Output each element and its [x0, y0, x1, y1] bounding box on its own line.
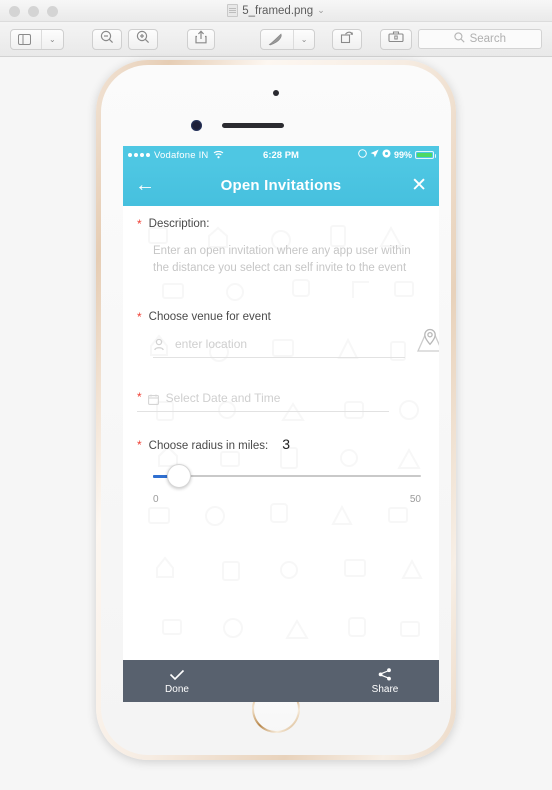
slider-track	[153, 475, 421, 477]
zoom-window-button[interactable]	[47, 6, 58, 17]
form-body: * Description: Enter an open invitation …	[123, 206, 439, 702]
done-button[interactable]: Done	[141, 668, 213, 695]
markup-chevron-down-icon[interactable]: ⌄	[292, 29, 315, 49]
proximity-sensor-icon	[191, 120, 202, 131]
location-arrow-icon	[370, 149, 379, 161]
status-bar: Vodafone IN 6:28 PM 99%	[123, 146, 439, 164]
share-button[interactable]	[186, 28, 215, 50]
carrier-label: Vodafone IN	[154, 149, 209, 161]
iphone-front-panel: Vodafone IN 6:28 PM 99% ← Open Invitatio…	[101, 65, 451, 755]
markup-pen-icon	[261, 30, 290, 49]
zoom-in-button[interactable]	[128, 28, 159, 50]
document-title[interactable]: 5_framed.png ⌄	[227, 4, 325, 17]
status-bar-right: 99%	[358, 149, 436, 161]
radius-label: Choose radius in miles:	[148, 440, 269, 452]
slider-min-label: 0	[153, 494, 159, 505]
slider-thumb[interactable]	[167, 464, 191, 488]
map-pin-icon	[153, 338, 165, 350]
toolkit-button[interactable]	[379, 28, 412, 50]
required-marker: *	[137, 310, 142, 324]
preview-toolbar: ⌄ ⌄ Search	[0, 22, 552, 57]
search-placeholder: Search	[469, 33, 506, 45]
rotation-lock-icon	[382, 149, 391, 161]
check-icon	[169, 668, 185, 682]
zoom-out-icon	[100, 30, 114, 49]
datetime-placeholder: Select Date and Time	[165, 390, 281, 405]
signal-strength-icon	[128, 153, 150, 157]
clock-label: 6:28 PM	[263, 149, 299, 161]
form-content: * Description: Enter an open invitation …	[123, 206, 439, 505]
venue-label: Choose venue for event	[148, 311, 271, 323]
share-button-phone[interactable]: Share	[349, 668, 421, 695]
moon-icon	[358, 149, 367, 161]
venue-section: * Choose venue for event enter location	[137, 311, 439, 358]
datetime-section: * Select Date and Time	[137, 384, 425, 412]
front-camera-icon	[273, 90, 279, 96]
radius-label-row: * Choose radius in miles: 3	[137, 436, 425, 452]
battery-icon	[415, 150, 436, 160]
search-input[interactable]: Search	[417, 29, 543, 49]
bottom-action-bar: Done Share	[123, 660, 439, 702]
venue-placeholder: enter location	[175, 336, 248, 351]
description-label: Description:	[148, 218, 210, 230]
minimize-window-button[interactable]	[28, 6, 39, 17]
share-label: Share	[371, 683, 399, 695]
description-input[interactable]: Enter an open invitation where any app u…	[153, 243, 425, 277]
iphone-frame: Vodafone IN 6:28 PM 99% ← Open Invitatio…	[96, 60, 456, 760]
rotate-icon	[340, 30, 354, 49]
description-label-row: * Description:	[137, 218, 425, 231]
required-marker: *	[137, 438, 142, 452]
radius-slider[interactable]	[153, 464, 421, 490]
datetime-input[interactable]: * Select Date and Time	[137, 384, 389, 412]
earpiece-speaker	[222, 123, 284, 128]
required-marker: *	[137, 217, 142, 231]
slider-ticks: 0 50	[153, 494, 421, 505]
window-titlebar: 5_framed.png ⌄	[0, 0, 552, 22]
zoom-out-button[interactable]	[92, 28, 123, 50]
page-title: Open Invitations	[220, 176, 342, 194]
toolkit-icon	[388, 30, 404, 48]
share-icon	[195, 29, 207, 49]
sidebar-view-button[interactable]: ⌄	[10, 28, 64, 50]
document-icon	[227, 4, 239, 17]
phone-screen: Vodafone IN 6:28 PM 99% ← Open Invitatio…	[123, 146, 439, 702]
share-icon	[378, 668, 392, 682]
close-icon[interactable]: ✕	[411, 176, 427, 195]
zoom-in-icon	[136, 30, 150, 49]
markup-button[interactable]: ⌄	[259, 28, 316, 50]
done-label: Done	[165, 683, 189, 695]
traffic-lights	[9, 6, 58, 17]
close-window-button[interactable]	[9, 6, 20, 17]
venue-label-row: * Choose venue for event	[137, 311, 425, 324]
sidebar-chevron-down-icon[interactable]: ⌄	[41, 29, 63, 49]
wifi-icon	[213, 150, 224, 161]
search-icon	[453, 32, 465, 46]
slider-max-label: 50	[409, 494, 421, 505]
document-title-text: 5_framed.png	[242, 4, 314, 17]
back-arrow-icon[interactable]: ←	[135, 175, 155, 195]
preview-window: 5_framed.png ⌄ ⌄ ⌄ Search Vodafone IN 6:…	[0, 0, 552, 790]
radius-value: 3	[282, 436, 290, 452]
chevron-down-icon[interactable]: ⌄	[317, 5, 325, 16]
map-marker-icon[interactable]	[415, 326, 439, 356]
venue-input[interactable]: enter location	[153, 328, 439, 358]
battery-percent-label: 99%	[393, 150, 412, 160]
required-marker: *	[137, 390, 142, 404]
calendar-icon	[147, 392, 159, 405]
sidebar-icon	[11, 30, 38, 49]
nav-bar: ← Open Invitations ✕	[123, 164, 439, 206]
rotate-button[interactable]	[332, 28, 363, 50]
